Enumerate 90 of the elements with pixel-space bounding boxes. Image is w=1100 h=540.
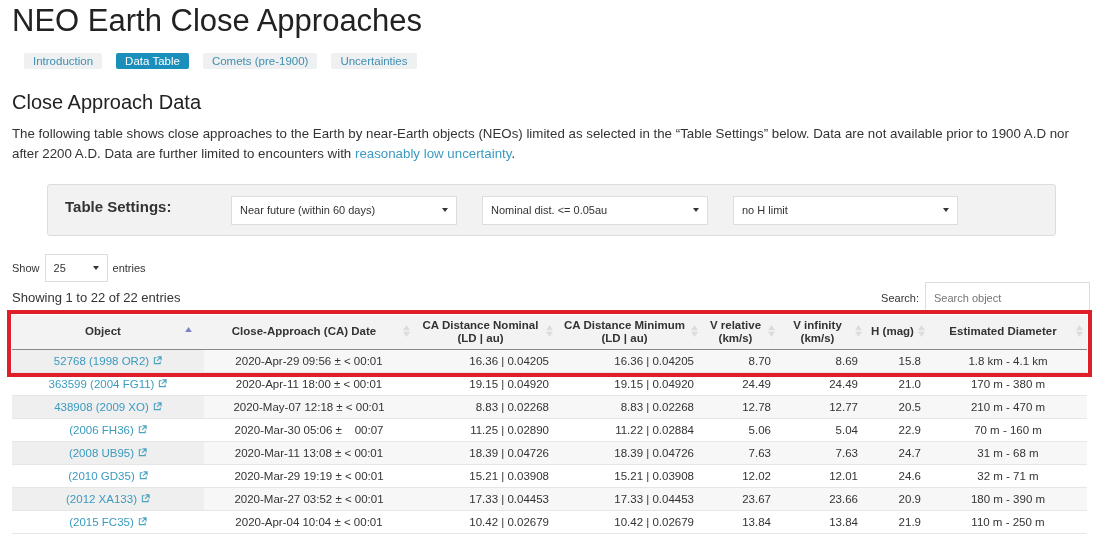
table-cell: 10.42 | 0.02679 [414, 510, 557, 533]
table-cell: 12.78 [702, 395, 779, 418]
table-cell: 20.9 [866, 487, 929, 510]
table-cell: 5.06 [702, 418, 779, 441]
table-cell: 16.36 | 0.04205 [557, 349, 702, 372]
table-cell: 32 m - 71 m [929, 464, 1087, 487]
table-cell: 12.01 [779, 464, 866, 487]
external-link-icon [141, 493, 150, 503]
table-cell: 8.83 | 0.02268 [557, 395, 702, 418]
table-cell: 21.9 [866, 510, 929, 533]
table-cell: 15.8 [866, 349, 929, 372]
column-header[interactable]: Object [12, 315, 204, 349]
column-header[interactable]: H (mag) [866, 315, 929, 349]
column-header[interactable]: V relative (km/s) [702, 315, 779, 349]
table-cell: 23.66 [779, 487, 866, 510]
external-link-icon [153, 355, 163, 365]
table-cell: 17.33 | 0.04453 [557, 487, 702, 510]
table-cell: 7.63 [702, 441, 779, 464]
section-title: Close Approach Data [12, 91, 202, 114]
table-cell: 23.67 [702, 487, 779, 510]
table-cell: 10.42 | 0.02679 [557, 510, 702, 533]
table-cell: 5.04 [779, 418, 866, 441]
table-cell: 8.69 [779, 349, 866, 372]
column-header[interactable]: V infinity (km/s) [779, 315, 866, 349]
settings-dropdown[interactable]: Nominal dist. <= 0.05au [482, 195, 708, 225]
table-cell: 2020-Apr-04 10:04 ± < 00:01 [204, 510, 414, 533]
search-label: Search: [881, 291, 919, 304]
table-cell: 13.84 [702, 510, 779, 533]
column-header[interactable]: CA Distance Nominal (LD | au) [414, 315, 557, 349]
description-text: The following table shows close approaches to the Earth by near-Earth objects (NEOs) limited as selected in the “Table Settings” below. Data are not available prior to 1900 A.D nor after 2200 A.D. Data are further limited to encounters with reasonably low uncertainty. [12, 125, 1070, 163]
table-cell: 180 m - 390 m [929, 487, 1087, 510]
external-link-icon [152, 401, 162, 411]
table-cell: 8.70 [702, 349, 779, 372]
table-cell: 11.22 | 0.02884 [557, 418, 702, 441]
settings-dropdown[interactable]: Near future (within 60 days) [231, 195, 457, 225]
table-cell: 22.9 [866, 418, 929, 441]
table-cell: 8.83 | 0.02268 [414, 395, 557, 418]
table-cell: 15.21 | 0.03908 [414, 464, 557, 487]
table-cell: 18.39 | 0.04726 [557, 441, 702, 464]
nav-tab[interactable]: Uncertainties [331, 53, 417, 69]
entries-info: Showing 1 to 22 of 22 entries [12, 290, 181, 305]
entries-label: entries [112, 262, 146, 274]
page-title: NEO Earth Close Approaches [12, 3, 424, 39]
nav-tab[interactable]: Introduction [24, 53, 103, 69]
column-header[interactable]: CA Distance Minimum (LD | au) [557, 315, 702, 349]
external-link-icon [158, 378, 168, 388]
table-cell: 70 m - 160 m [929, 418, 1087, 441]
table-cell: 12.77 [779, 395, 866, 418]
table-cell: 16.36 | 0.04205 [414, 349, 557, 372]
table-cell: 20.5 [866, 395, 929, 418]
table-cell: 2020-May-07 12:18 ± < 00:01 [204, 395, 414, 418]
object-link[interactable]: (2006 FH36) [69, 423, 134, 436]
table-cell: 7.63 [779, 441, 866, 464]
table-cell: 2020-Apr-29 09:56 ± < 00:01 [204, 349, 414, 372]
table-cell: 15.21 | 0.03908 [557, 464, 702, 487]
nav-tab[interactable]: Data Table [116, 53, 189, 69]
caret-icon [92, 266, 99, 270]
table-cell: 2020-Mar-11 13:08 ± < 00:01 [204, 441, 414, 464]
caret-icon [693, 208, 699, 212]
external-link-icon [138, 447, 148, 457]
column-header[interactable]: Estimated Diameter [929, 315, 1087, 349]
table-cell: 12.02 [702, 464, 779, 487]
caret-icon [943, 208, 949, 212]
table-cell: 2020-Mar-29 19:19 ± < 00:01 [204, 464, 414, 487]
object-link[interactable]: 363599 (2004 FG11) [48, 377, 155, 390]
object-link[interactable]: (2015 FC35) [69, 515, 134, 528]
table-cell: 24.7 [866, 441, 929, 464]
table-cell: 17.33 | 0.04453 [414, 487, 557, 510]
table-cell: 13.84 [779, 510, 866, 533]
external-link-icon [137, 516, 147, 526]
table-cell: 11.25 | 0.02890 [414, 418, 557, 441]
object-link[interactable]: (2008 UB95) [68, 446, 135, 459]
table-cell: 31 m - 68 m [929, 441, 1087, 464]
external-link-icon [137, 424, 147, 434]
table-cell: 2020-Mar-30 05:06 ± 00:07 [204, 418, 414, 441]
nav-tab[interactable]: Comets (pre-1900) [202, 53, 318, 69]
table-cell: 18.39 | 0.04726 [414, 441, 557, 464]
caret-icon [442, 208, 448, 212]
table-cell: 2020-Mar-27 03:52 ± < 00:01 [204, 487, 414, 510]
settings-dropdown[interactable]: no H limit [733, 195, 958, 225]
show-label: Show [12, 262, 40, 274]
external-link-icon [138, 470, 148, 480]
entries-dropdown[interactable]: 25 [44, 254, 108, 282]
table-cell: 210 m - 470 m [929, 395, 1087, 418]
table-cell: 110 m - 250 m [929, 510, 1087, 533]
settings-label: Table Settings: [65, 197, 173, 215]
object-link[interactable]: (2010 GD35) [68, 469, 135, 482]
table-cell: 1.8 km - 4.1 km [929, 349, 1087, 372]
table-cell: 24.6 [866, 464, 929, 487]
column-header[interactable]: Close-Approach (CA) Date [204, 315, 414, 349]
